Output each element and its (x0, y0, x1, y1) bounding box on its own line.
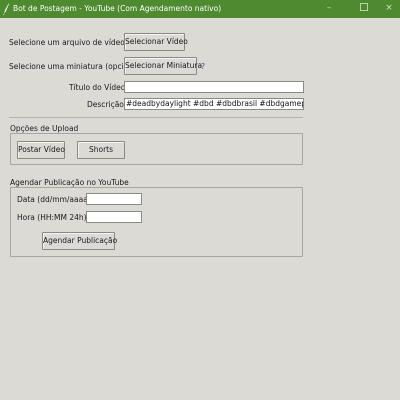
thumbnail-help-icon[interactable]: ? (201, 62, 205, 71)
post-video-button[interactable]: Postar Vídeo (17, 141, 65, 159)
shorts-button[interactable]: Shorts (77, 141, 125, 159)
minimize-button[interactable]: – (315, 0, 343, 18)
window-title: Bot de Postagem - YouTube (Com Agendamen… (13, 4, 222, 13)
minimize-icon: – (326, 3, 332, 13)
video-title-label: Título do Vídeo: (69, 83, 128, 92)
maximize-button[interactable] (350, 0, 378, 18)
schedule-time-label: Hora (HH:MM 24h): (17, 213, 90, 222)
schedule-time-input[interactable] (86, 211, 142, 223)
close-button[interactable]: × (375, 0, 400, 18)
select-thumbnail-button[interactable]: Selecionar Miniatura (124, 57, 202, 75)
description-input[interactable]: #deadbydaylight #dbd #dbdbrasil #dbdgame… (124, 98, 304, 110)
separator (9, 117, 303, 118)
schedule-date-input[interactable] (86, 193, 142, 205)
close-icon: × (385, 3, 393, 13)
maximize-icon (360, 2, 368, 11)
video-file-label: Selecione um arquivo de vídeo: (9, 38, 128, 47)
schedule-publish-button[interactable]: Agendar Publicação (42, 232, 117, 250)
schedule-title: Agendar Publicação no YouTube (10, 178, 129, 187)
description-label: Descrição: (87, 100, 127, 109)
select-video-button[interactable]: Selecionar Vídeo (124, 33, 188, 51)
video-title-input[interactable] (124, 81, 304, 93)
schedule-date-label: Data (dd/mm/aaaa): (17, 195, 94, 204)
window-titlebar[interactable]: Bot de Postagem - YouTube (Com Agendamen… (0, 0, 400, 18)
feather-pen-icon (3, 3, 9, 15)
upload-options-title: Opções de Upload (10, 124, 79, 133)
